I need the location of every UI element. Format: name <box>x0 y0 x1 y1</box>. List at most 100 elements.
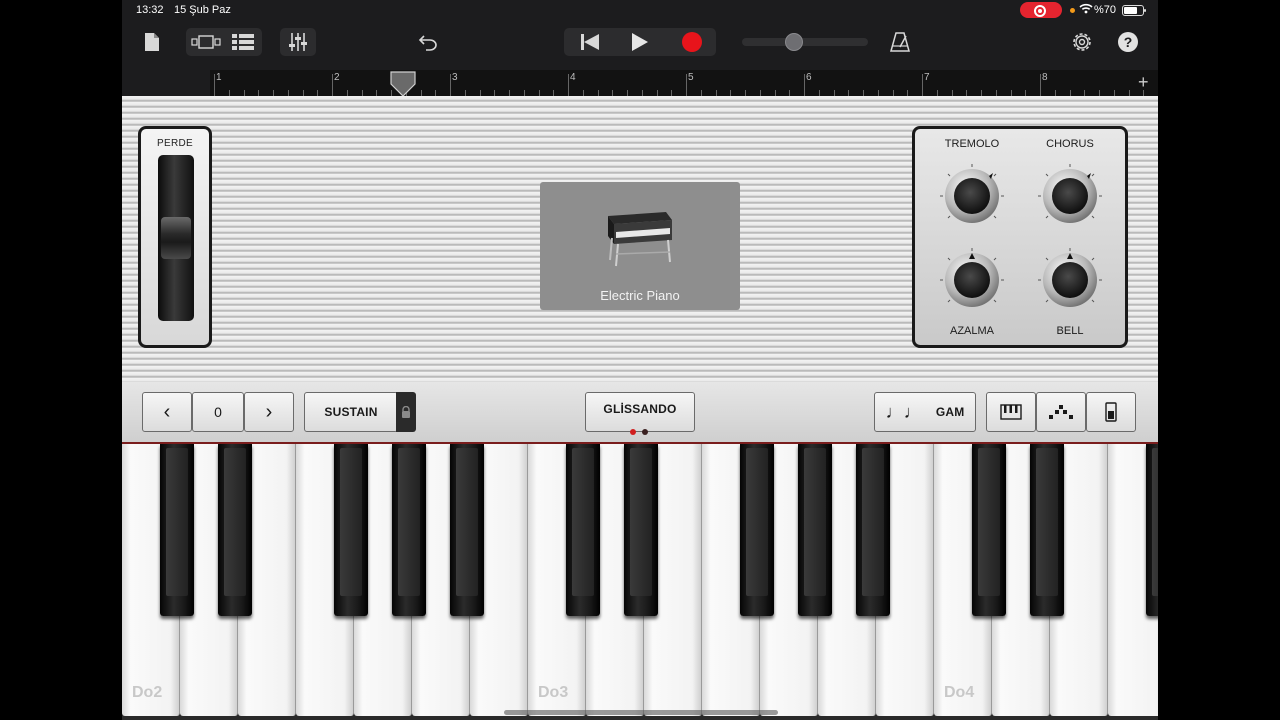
help-icon[interactable]: ? <box>1116 28 1140 56</box>
octave-label: Do4 <box>944 684 975 701</box>
bell-label: BELL <box>1056 325 1084 337</box>
ruler-tick <box>214 74 215 96</box>
arpeggiator-button[interactable] <box>1036 392 1086 432</box>
battery-icon <box>1122 5 1146 16</box>
velocity-icon <box>1105 402 1117 422</box>
glissando-indicator-active <box>630 429 636 435</box>
keyboard-icon <box>1000 404 1022 420</box>
mixer-group <box>280 28 316 56</box>
glissando-label: GLİSSANDO <box>603 402 677 416</box>
chorus-knob[interactable] <box>1037 163 1103 229</box>
bar-number: 3 <box>452 72 458 83</box>
octave-label: Do3 <box>538 684 569 701</box>
pitch-bend-wheel[interactable] <box>158 155 194 321</box>
keyboard-control-bar: ‹ 0 › SUSTAIN GLİSSANDO ♩♩ GAM <box>122 382 1158 444</box>
view-toggle-icon[interactable] <box>190 28 222 56</box>
settings-icon[interactable] <box>1070 28 1094 56</box>
black-key[interactable] <box>218 444 252 616</box>
bar-number: 2 <box>334 72 340 83</box>
screen-recording-indicator[interactable] <box>1020 2 1062 18</box>
volume-slider-knob[interactable] <box>785 33 804 51</box>
bar-number: 5 <box>688 72 694 83</box>
octave-down-button[interactable]: ‹ <box>142 392 192 432</box>
pitch-bend-label: PERDE <box>157 138 193 149</box>
undo-icon[interactable] <box>416 28 440 56</box>
lock-icon <box>402 406 410 418</box>
ruler-tick <box>450 74 451 96</box>
mixer-icon[interactable] <box>280 28 316 56</box>
glissando-indicator <box>642 429 648 435</box>
glissando-button[interactable]: GLİSSANDO <box>585 392 695 435</box>
scale-note-icon: ♩♩ <box>885 401 922 422</box>
black-key[interactable] <box>856 444 890 616</box>
black-key[interactable] <box>1146 444 1158 616</box>
record-icon[interactable] <box>672 28 712 56</box>
tremolo-label: TREMOLO <box>944 138 1000 150</box>
ruler-tick <box>922 74 923 96</box>
bar-number: 4 <box>570 72 576 83</box>
black-key[interactable] <box>392 444 426 616</box>
instrument-selector[interactable]: Electric Piano <box>540 182 740 310</box>
play-icon[interactable] <box>620 28 660 56</box>
velocity-button[interactable] <box>1086 392 1136 432</box>
svg-text:?: ? <box>1124 34 1133 50</box>
black-key[interactable] <box>972 444 1006 616</box>
instrument-name: Electric Piano <box>600 288 680 303</box>
bell-knob[interactable] <box>1037 247 1103 313</box>
bar-number: 1 <box>216 72 222 83</box>
black-key[interactable] <box>624 444 658 616</box>
pitch-bend-box: PERDE <box>138 126 212 348</box>
status-time: 13:32 <box>136 4 164 16</box>
octave-up-button[interactable]: › <box>244 392 294 432</box>
sustain-button[interactable]: SUSTAIN <box>304 392 398 432</box>
bar-number: 6 <box>806 72 812 83</box>
black-key[interactable] <box>160 444 194 616</box>
black-key[interactable] <box>1030 444 1064 616</box>
octave-label: Do2 <box>132 684 163 701</box>
decay-knob[interactable] <box>939 247 1005 313</box>
ruler-tick <box>686 74 687 96</box>
bar-number: 7 <box>924 72 930 83</box>
black-key[interactable] <box>798 444 832 616</box>
instrument-panel: PERDE Electric Piano TREMOLO CHORUS AZAL… <box>122 96 1158 382</box>
add-section-button[interactable]: + <box>1138 72 1149 92</box>
volume-slider[interactable] <box>742 38 868 46</box>
battery-percent: %70 <box>1094 4 1117 16</box>
ruler-tick <box>332 74 333 96</box>
transport-group <box>564 28 716 56</box>
playhead-marker[interactable] <box>390 71 416 97</box>
status-date: 15 Şub Paz <box>174 4 231 16</box>
keyboard-layout-button[interactable] <box>986 392 1036 432</box>
metronome-icon[interactable] <box>888 28 912 56</box>
piano-keyboard: Do2 Do3 Do4 <box>122 444 1158 720</box>
view-toggle-group <box>186 28 262 56</box>
wifi-icon <box>1079 3 1093 14</box>
black-key[interactable] <box>334 444 368 616</box>
bar-number: 8 <box>1042 72 1048 83</box>
decay-label: AZALMA <box>949 325 994 337</box>
timeline-ruler[interactable]: 1 2 3 4 5 6 7 8 <box>210 70 1158 96</box>
black-key[interactable] <box>566 444 600 616</box>
document-icon[interactable] <box>142 28 162 56</box>
garageband-app: 13:32 15 Şub Paz %70 ? 1 2 3 4 5 6 7 8 +… <box>122 0 1158 720</box>
scale-label: GAM <box>935 405 965 419</box>
pitch-bend-handle[interactable] <box>161 217 191 259</box>
tracks-icon[interactable] <box>228 28 258 56</box>
home-indicator <box>504 710 778 715</box>
electric-piano-icon <box>608 212 672 267</box>
ruler-tick <box>804 74 805 96</box>
black-key[interactable] <box>740 444 774 616</box>
go-to-start-icon[interactable] <box>570 28 610 56</box>
effects-box: TREMOLO CHORUS AZALMA BELL <box>912 126 1128 348</box>
tremolo-knob[interactable] <box>939 163 1005 229</box>
chorus-label: CHORUS <box>1046 138 1094 150</box>
black-key[interactable] <box>450 444 484 616</box>
ruler-tick <box>568 74 569 96</box>
mic-indicator-icon <box>1070 8 1075 13</box>
octave-value: 0 <box>192 392 244 432</box>
ruler-tick <box>1040 74 1041 96</box>
sustain-lock-toggle[interactable] <box>396 392 416 432</box>
status-bar: 13:32 15 Şub Paz %70 <box>122 0 1158 22</box>
arpeggiator-icon <box>1049 405 1073 419</box>
scale-button[interactable]: ♩♩ GAM <box>874 392 976 432</box>
